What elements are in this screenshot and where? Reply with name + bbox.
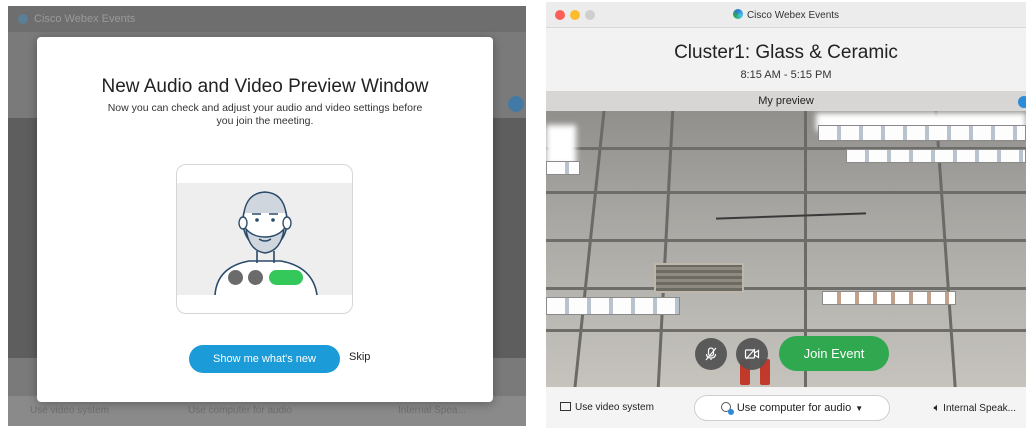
video-system-icon bbox=[560, 402, 571, 411]
background-bottom-item: Internal Spea... bbox=[398, 405, 466, 416]
background-bottom-item: Use computer for audio bbox=[188, 405, 292, 416]
join-pill-icon bbox=[269, 270, 303, 285]
ceiling-beam bbox=[546, 239, 1026, 242]
ceiling-vent bbox=[654, 263, 744, 293]
speaker-icon: 🔈︎ bbox=[933, 402, 941, 414]
ceiling-light bbox=[846, 149, 1026, 163]
right-window: Cisco Webex Events Cluster1: Glass & Cer… bbox=[546, 2, 1026, 428]
mic-toggle-icon bbox=[228, 270, 243, 285]
use-video-system-button[interactable]: Use video system bbox=[560, 402, 654, 413]
skip-button[interactable]: Skip bbox=[349, 351, 370, 363]
bottom-bar: Use video system Use computer for audio ▼… bbox=[546, 388, 1026, 428]
speaker-label: Internal Speak... bbox=[943, 403, 1016, 414]
mute-mic-button[interactable] bbox=[695, 338, 727, 370]
background-side-button bbox=[508, 96, 524, 112]
camera-preview: My preview Join Event bbox=[546, 91, 1026, 387]
background-bottom-item: Use video system bbox=[30, 405, 109, 416]
dropdown-caret-icon: ▼ bbox=[855, 404, 864, 413]
ceiling-beam bbox=[546, 287, 1026, 290]
event-title: Cluster1: Glass & Ceramic bbox=[674, 42, 898, 63]
expand-button[interactable] bbox=[1018, 96, 1026, 108]
camera-toggle-icon bbox=[248, 270, 263, 285]
webex-logo-icon bbox=[732, 9, 743, 19]
modal-title: New Audio and Video Preview Window bbox=[101, 76, 429, 97]
modal-description: Now you can check and adjust your audio … bbox=[107, 102, 423, 127]
app-title-text: Cisco Webex Events bbox=[746, 10, 840, 21]
ceiling-crack bbox=[716, 212, 866, 220]
audio-option-label: Use computer for audio bbox=[736, 402, 852, 414]
background-titlebar: Cisco Webex Events bbox=[8, 6, 526, 32]
speaker-select-button[interactable]: 🔈︎ Internal Speak... bbox=[934, 402, 1016, 415]
ceiling-light bbox=[818, 125, 1026, 141]
ceiling-light bbox=[546, 297, 680, 315]
ceiling-light-glow bbox=[546, 125, 576, 165]
preview-label: My preview bbox=[758, 95, 814, 107]
show-whats-new-button[interactable]: Show me what's new bbox=[189, 345, 340, 373]
computer-audio-icon bbox=[720, 402, 734, 415]
ceiling-beam bbox=[546, 329, 1026, 332]
join-event-button[interactable]: Join Event bbox=[779, 336, 889, 371]
camera-off-button[interactable] bbox=[736, 338, 768, 370]
ceiling-beam bbox=[546, 191, 1026, 194]
preview-intro-modal: New Audio and Video Preview Window Now y… bbox=[37, 37, 493, 402]
use-video-system-label: Use video system bbox=[575, 402, 654, 413]
window-titlebar: Cisco Webex Events bbox=[546, 2, 1026, 28]
ceiling-light bbox=[822, 291, 956, 305]
background-title: Cisco Webex Events bbox=[34, 13, 136, 25]
app-title: Cisco Webex Events bbox=[546, 9, 1026, 21]
person-avatar-icon bbox=[214, 191, 318, 296]
mute-mic-icon bbox=[705, 347, 717, 361]
event-time: 8:15 AM - 5:15 PM bbox=[740, 69, 832, 81]
preview-illustration bbox=[176, 164, 353, 314]
audio-option-dropdown[interactable]: Use computer for audio ▼ bbox=[694, 395, 890, 421]
background-logo-icon bbox=[18, 14, 28, 24]
ceiling-beam bbox=[573, 111, 606, 387]
left-window: Cisco Webex Events Use video system Use … bbox=[8, 6, 526, 426]
ceiling-beam bbox=[656, 111, 675, 387]
camera-off-icon bbox=[744, 348, 760, 360]
ceiling-light bbox=[546, 161, 580, 175]
